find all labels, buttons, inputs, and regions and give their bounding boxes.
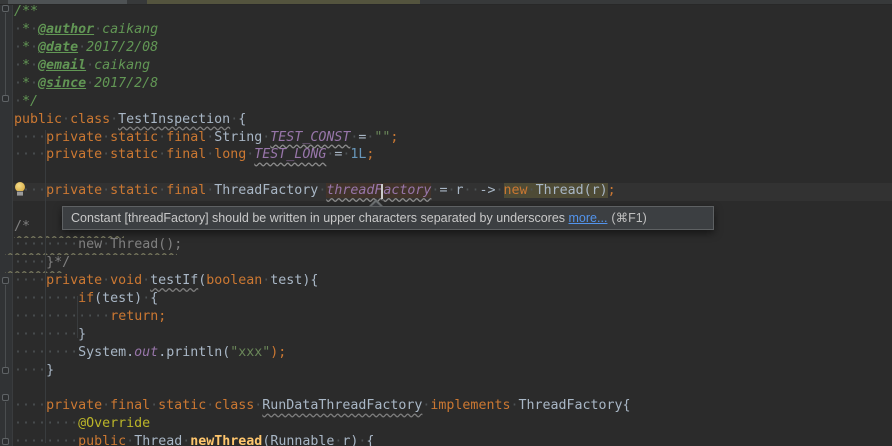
editor-gutter[interactable] bbox=[0, 5, 13, 446]
squiggle-warning-underline bbox=[14, 224, 124, 238]
indent-guide bbox=[77, 296, 78, 338]
lightbulb-base bbox=[17, 191, 23, 196]
squiggle-warning-underline bbox=[5, 241, 177, 255]
fold-region-line bbox=[5, 13, 6, 95]
fold-marker[interactable] bbox=[2, 367, 9, 374]
code-line: ········@Override bbox=[14, 415, 150, 433]
fold-marker[interactable] bbox=[2, 95, 9, 102]
fold-region-line bbox=[5, 402, 6, 438]
fold-marker[interactable] bbox=[2, 5, 9, 12]
squiggle-warning-underline bbox=[5, 259, 63, 273]
text-caret bbox=[381, 184, 383, 199]
ide-editor-window: /**·*·@author·caikang·*·@date·2017/2/08·… bbox=[0, 0, 892, 446]
code-line: ····private·final·static·class·RunDataTh… bbox=[14, 397, 631, 415]
code-line: ········if(test)·{ bbox=[14, 290, 158, 308]
code-line: /** bbox=[14, 3, 38, 21]
code-line: ········System.out.println("xxx"); bbox=[14, 344, 286, 362]
code-line: ·*·@author·caikang bbox=[14, 21, 158, 39]
fold-marker[interactable] bbox=[2, 277, 9, 284]
code-line: ·*/ bbox=[14, 93, 38, 111]
fold-marker[interactable] bbox=[2, 438, 9, 445]
code-line: ·*·@date·2017/2/08 bbox=[14, 39, 158, 57]
code-line: ············return; bbox=[14, 308, 166, 326]
inspection-message: Constant [threadFactory] should be writt… bbox=[71, 211, 565, 225]
inspection-tooltip: Constant [threadFactory] should be writt… bbox=[62, 206, 714, 230]
code-line: ·*·@email·caikang bbox=[14, 57, 150, 75]
code-line: ····} bbox=[14, 362, 54, 380]
fold-region-line bbox=[5, 285, 6, 367]
code-line: ····private·static·final·ThreadFactory·t… bbox=[14, 182, 616, 200]
code-line: public·class·TestInspection·{ bbox=[14, 111, 246, 129]
code-line: ········public·Thread·newThread(Runnable… bbox=[14, 433, 374, 446]
inspection-shortcut: (⌘F1) bbox=[611, 211, 646, 225]
code-line: ····private·void·testIf(boolean·test){ bbox=[14, 272, 318, 290]
fold-marker[interactable] bbox=[2, 394, 9, 401]
code-line: ····private·static·final·long·TEST_LONG·… bbox=[14, 146, 374, 164]
indent-guide bbox=[45, 130, 46, 443]
code-line: ········} bbox=[14, 326, 86, 344]
code-line: ····private·static·final·String·TEST_CON… bbox=[14, 129, 398, 147]
intention-lightbulb-icon[interactable] bbox=[14, 182, 27, 196]
code-line: ·*·@since·2017/2/8 bbox=[14, 75, 158, 93]
inspection-more-link[interactable]: more... bbox=[569, 211, 608, 225]
